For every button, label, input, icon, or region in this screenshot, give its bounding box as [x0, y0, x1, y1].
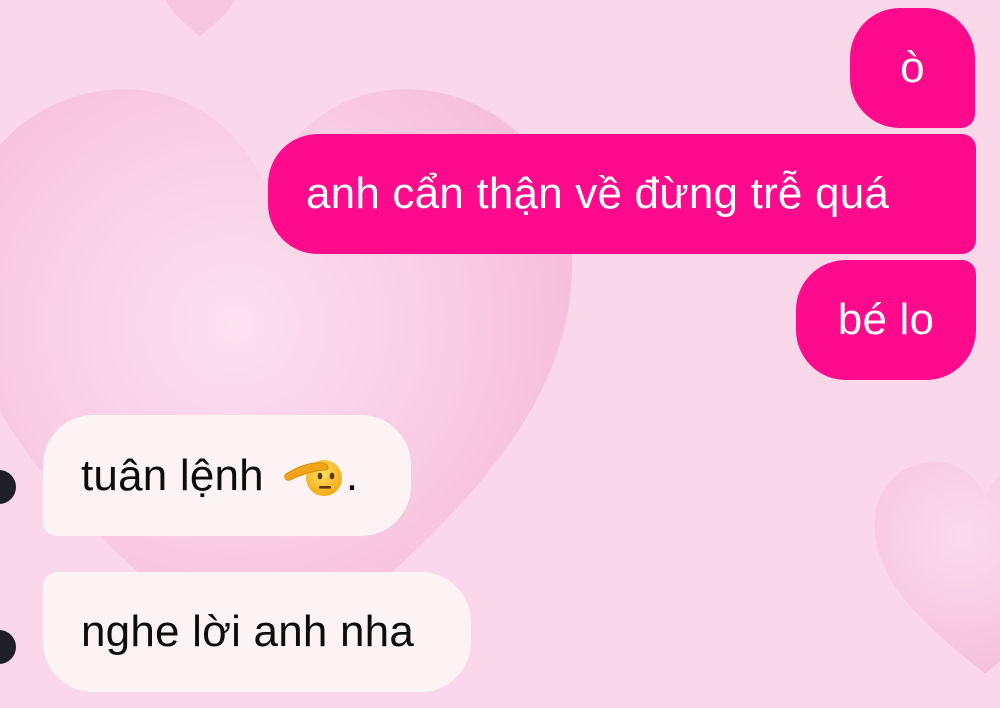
sent-message-2[interactable]: anh cẩn thận về đừng trễ quá: [268, 134, 976, 254]
chat-thread[interactable]: ò anh cẩn thận về đừng trễ quá bé lo tuâ…: [0, 0, 1000, 708]
saluting-face-icon: [284, 459, 342, 496]
sent-message-3[interactable]: bé lo: [796, 260, 976, 380]
avatar[interactable]: [0, 470, 16, 504]
received-message-2[interactable]: nghe lời anh nha: [43, 572, 471, 692]
sent-message-1[interactable]: ò: [850, 8, 975, 128]
background-heart-top-icon: [165, 0, 235, 36]
message-text: ò: [900, 43, 925, 92]
background-heart-right-icon: [874, 461, 1000, 674]
message-text: anh cẩn thận về đừng trễ quá: [306, 169, 890, 218]
message-text: bé lo: [837, 295, 935, 344]
message-text: tuân lệnh: [81, 450, 264, 500]
avatar[interactable]: [0, 630, 16, 664]
message-suffix: .: [345, 450, 359, 500]
received-message-1[interactable]: tuân lệnh .: [43, 415, 411, 536]
message-text: nghe lời anh nha: [81, 607, 414, 656]
